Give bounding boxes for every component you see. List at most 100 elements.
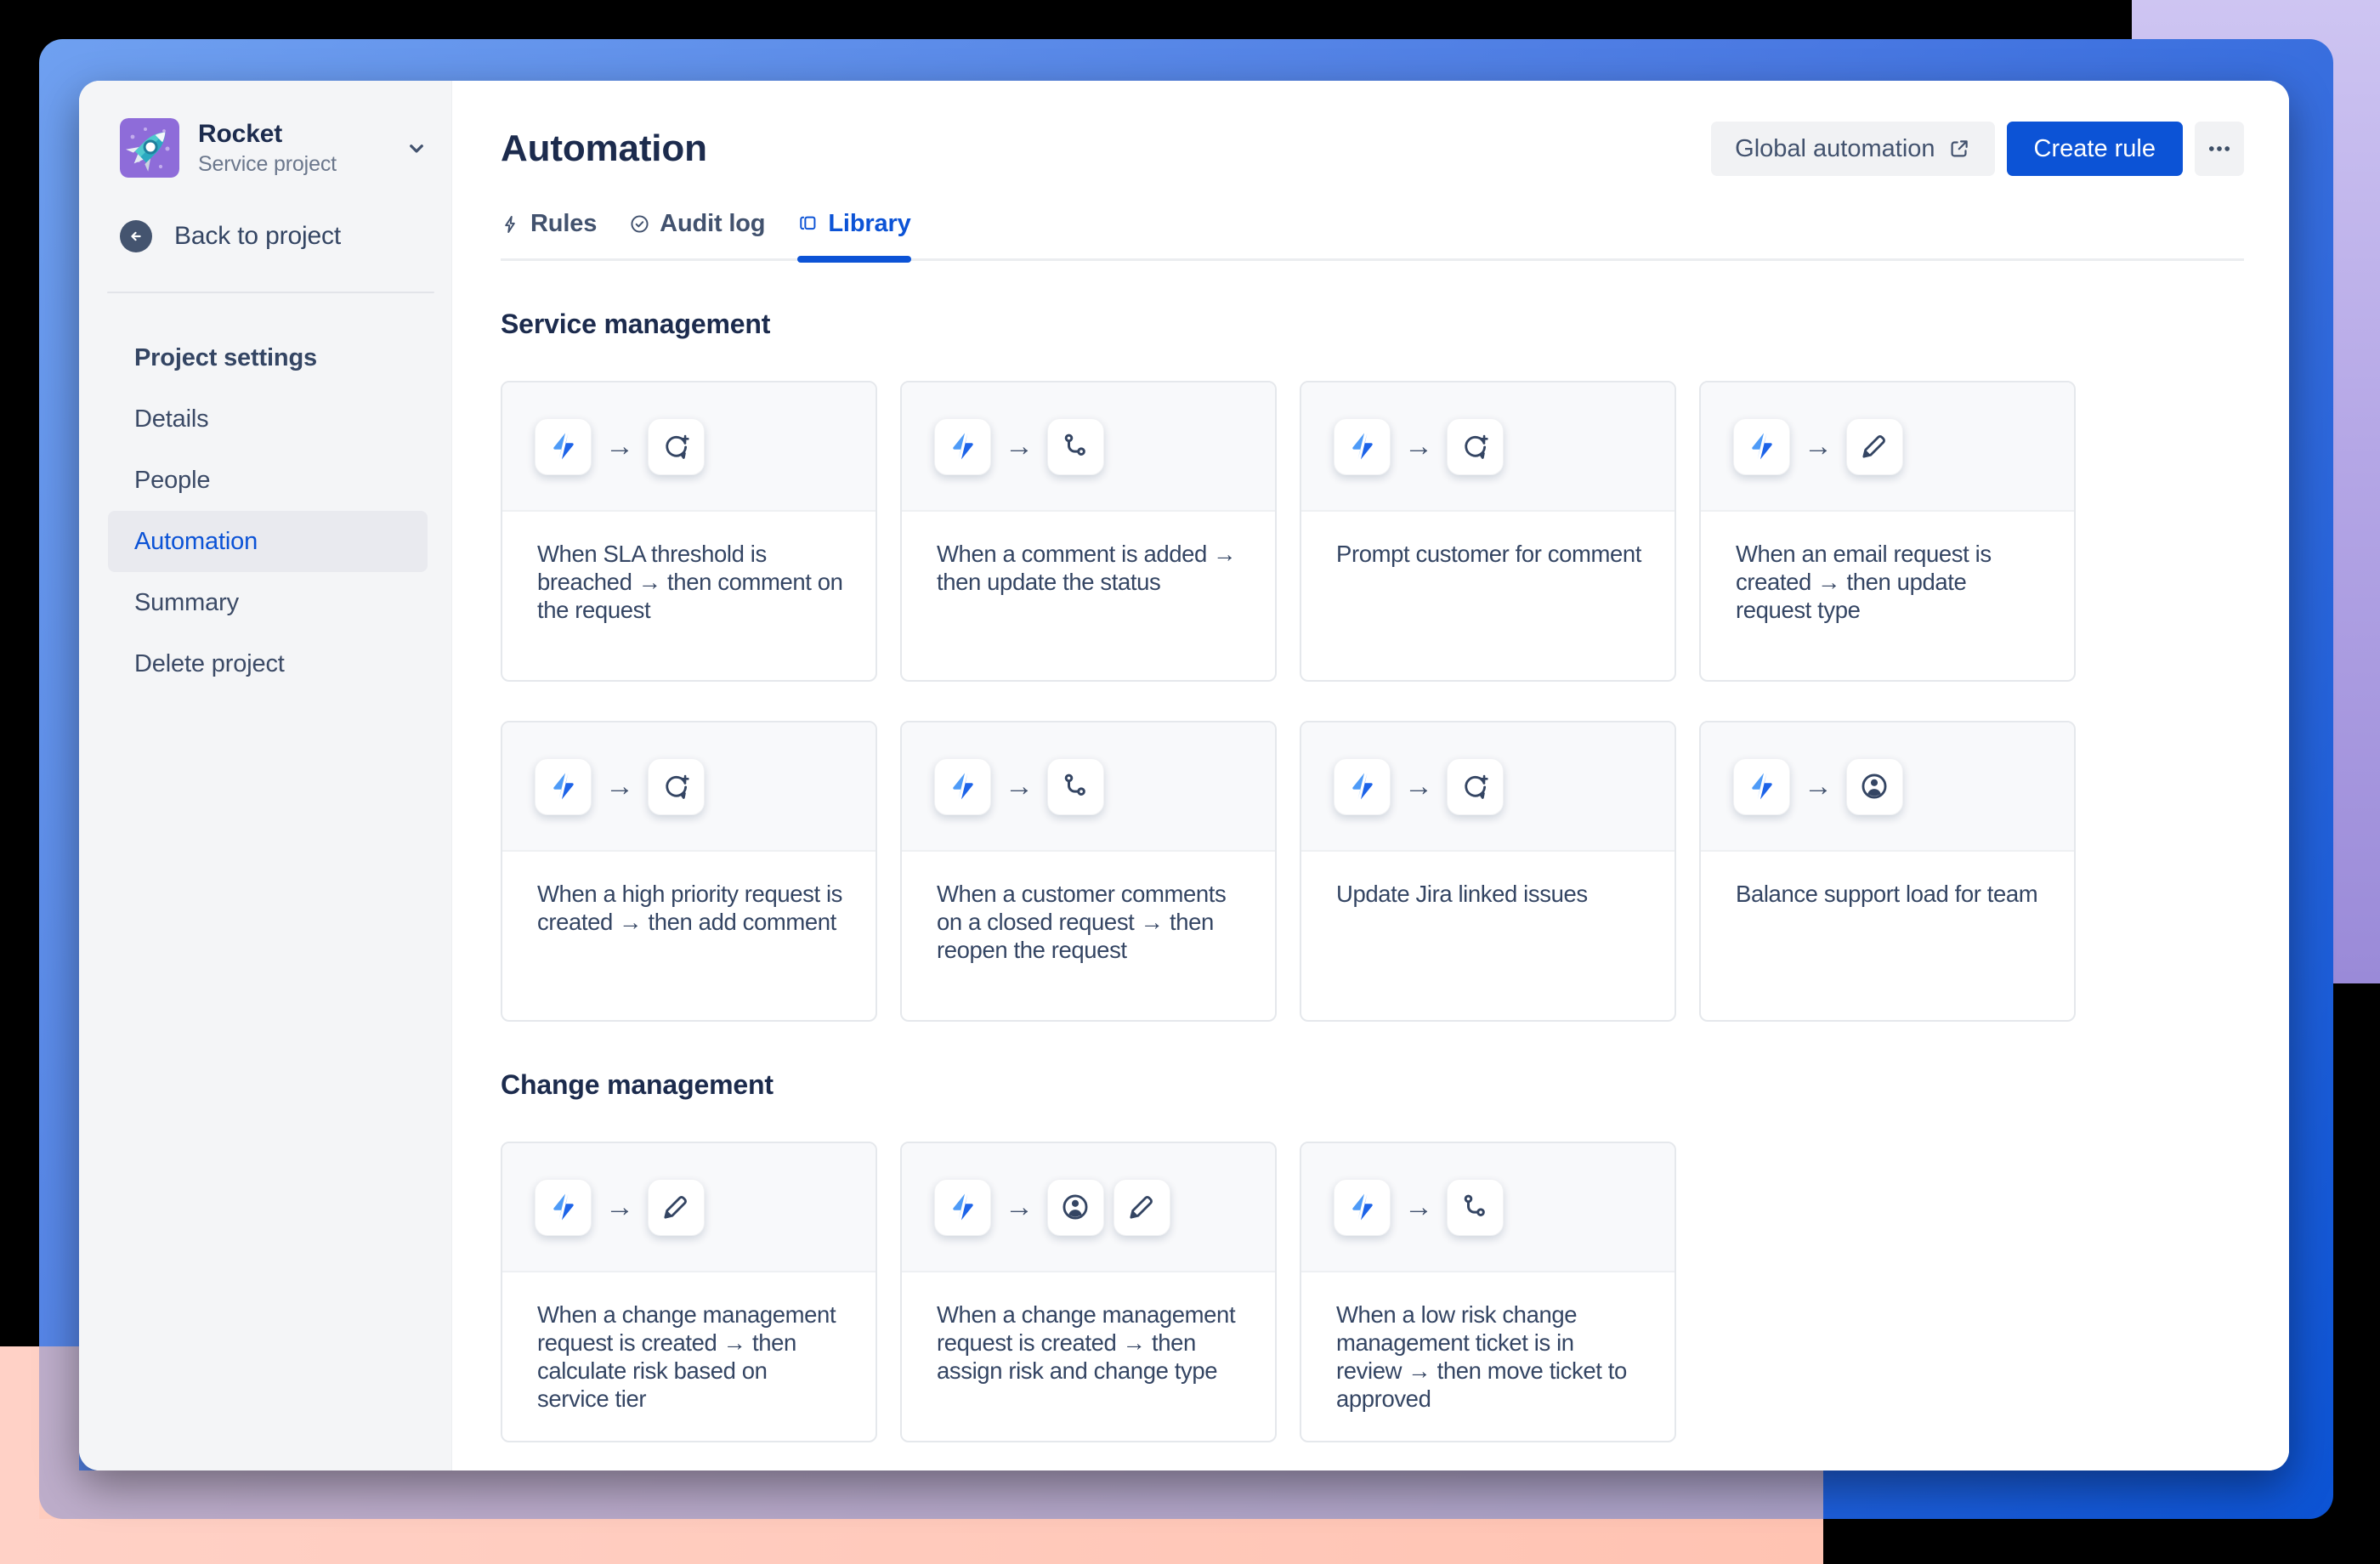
create-rule-button[interactable]: Create rule: [2006, 122, 2183, 176]
sidebar-item-delete-project[interactable]: Delete project: [79, 633, 451, 694]
template-card[interactable]: → When a low risk change management tick…: [1300, 1142, 1676, 1442]
arrow-glyph: →: [1005, 1190, 1034, 1223]
arrow-glyph: →: [1404, 769, 1433, 802]
card-icon-strip: →: [1701, 722, 2074, 852]
ellipsis-icon: [2205, 134, 2234, 163]
card-icon-strip: →: [902, 382, 1275, 512]
lightning-outline-icon: [501, 214, 521, 235]
automation-trigger-icon: [934, 757, 991, 815]
template-card[interactable]: → Prompt customer for comment: [1300, 381, 1676, 682]
arrow-glyph: →: [1005, 429, 1034, 462]
back-to-project-button[interactable]: Back to project: [120, 220, 451, 252]
card-icon-strip: →: [1701, 382, 2074, 512]
automation-trigger-icon: [934, 1178, 991, 1236]
card-description: When an email request is created → then …: [1736, 541, 1992, 623]
tab-rules-label: Rules: [530, 210, 598, 237]
template-card[interactable]: → Update Jira linked issues: [1300, 721, 1676, 1022]
card-icon-strip: →: [902, 1143, 1275, 1272]
tab-audit-log[interactable]: Audit log: [629, 210, 766, 258]
project-info: Rocket Service project: [198, 119, 337, 178]
add-comment-icon: [647, 757, 705, 815]
chevron-down-icon[interactable]: [404, 135, 429, 161]
automation-trigger-icon: [1334, 1178, 1391, 1236]
add-comment-icon: [1446, 417, 1504, 475]
automation-trigger-icon: [535, 417, 592, 475]
card-grid-change-management: → When a change management request is cr…: [501, 1142, 2244, 1442]
card-description: When a low risk change management ticket…: [1336, 1301, 1627, 1412]
card-description: When a high priority request is created …: [537, 881, 843, 935]
card-icon-strip: →: [1301, 722, 1674, 852]
tab-library[interactable]: Library: [797, 210, 911, 263]
status-transition-icon: [1046, 417, 1104, 475]
global-automation-button[interactable]: Global automation: [1711, 122, 1995, 176]
page-header: Automation Global automation Create rule: [501, 122, 2244, 176]
header-actions: Global automation Create rule: [1711, 122, 2244, 176]
card-description: Update Jira linked issues: [1336, 881, 1588, 907]
back-arrow-icon: [120, 220, 152, 252]
project-avatar rocket-icon: [120, 118, 179, 178]
edit-icon: [1845, 417, 1903, 475]
add-comment-icon: [647, 417, 705, 475]
template-card[interactable]: → When a change management request is cr…: [501, 1142, 877, 1442]
section-title-service-management: Service management: [501, 309, 771, 339]
automation-trigger-icon: [535, 1178, 592, 1236]
template-card[interactable]: → Balance support load for team: [1699, 721, 2076, 1022]
template-card[interactable]: → When SLA threshold is breached → then …: [501, 381, 877, 682]
template-card[interactable]: → When a high priority request is create…: [501, 721, 877, 1022]
card-icon-strip: →: [902, 722, 1275, 852]
card-description: When a comment is added → then update th…: [937, 541, 1237, 595]
status-transition-icon: [1046, 757, 1104, 815]
add-comment-icon: [1446, 757, 1504, 815]
automation-trigger-icon: [934, 417, 991, 475]
card-icon-strip: →: [502, 382, 876, 512]
automation-trigger-icon: [1334, 417, 1391, 475]
page-title: Automation: [501, 128, 707, 169]
card-description: Prompt customer for comment: [1336, 541, 1642, 567]
back-to-project-label: Back to project: [174, 222, 342, 250]
template-card[interactable]: → When an email request is created → the…: [1699, 381, 2076, 682]
template-card[interactable]: → When a change management request is cr…: [900, 1142, 1277, 1442]
template-card[interactable]: → When a customer comments on a closed r…: [900, 721, 1277, 1022]
external-link-icon: [1947, 137, 1971, 161]
sidebar-item-details[interactable]: Details: [79, 388, 451, 450]
more-options-button[interactable]: [2195, 122, 2244, 176]
tab-audit-log-label: Audit log: [660, 210, 766, 237]
tab-library-label: Library: [828, 210, 911, 237]
sidebar-divider: [107, 292, 434, 293]
check-circle-icon: [629, 213, 650, 235]
person-icon: [1845, 757, 1903, 815]
automation-trigger-icon: [1733, 417, 1790, 475]
template-card[interactable]: → When a comment is added → then update …: [900, 381, 1277, 682]
sidebar-nav: Project settings Details People Automati…: [79, 327, 451, 694]
sidebar-item-people[interactable]: People: [79, 450, 451, 511]
tab-rules[interactable]: Rules: [501, 210, 597, 258]
sidebar-item-automation[interactable]: Automation: [108, 511, 428, 572]
card-description: When a customer comments on a closed req…: [937, 881, 1227, 963]
project-switcher[interactable]: Rocket Service project: [79, 81, 451, 178]
person-icon: [1046, 1178, 1104, 1236]
card-description: Balance support load for team: [1736, 881, 2038, 907]
card-description: When a change management request is crea…: [937, 1301, 1236, 1384]
arrow-glyph: →: [1804, 769, 1833, 802]
arrow-glyph: →: [1005, 769, 1034, 802]
global-automation-label: Global automation: [1735, 134, 1935, 162]
library-icon: [797, 213, 819, 235]
arrow-glyph: →: [605, 769, 634, 802]
sidebar-item-summary[interactable]: Summary: [79, 572, 451, 633]
project-type: Service project: [198, 151, 337, 176]
card-icon-strip: →: [1301, 1143, 1674, 1272]
background-pink-overlay-left: [39, 1346, 79, 1519]
arrow-glyph: →: [1804, 429, 1833, 462]
card-description: When SLA threshold is breached → then co…: [537, 541, 843, 623]
arrow-glyph: →: [1404, 1190, 1433, 1223]
background-pink-overlay-bottom: [79, 1470, 1823, 1519]
main-content: Automation Global automation Create rule: [452, 81, 2289, 1470]
automation-trigger-icon: [535, 757, 592, 815]
edit-icon: [1113, 1178, 1170, 1236]
tab-bar: Rules Audit log Library: [501, 210, 2244, 263]
project-name: Rocket: [198, 119, 283, 148]
arrow-glyph: →: [605, 429, 634, 462]
card-grid-service-management: → When SLA threshold is breached → then …: [501, 381, 2244, 1022]
card-icon-strip: →: [502, 1143, 876, 1272]
sidebar: Rocket Service project Back to project P…: [79, 81, 452, 1470]
